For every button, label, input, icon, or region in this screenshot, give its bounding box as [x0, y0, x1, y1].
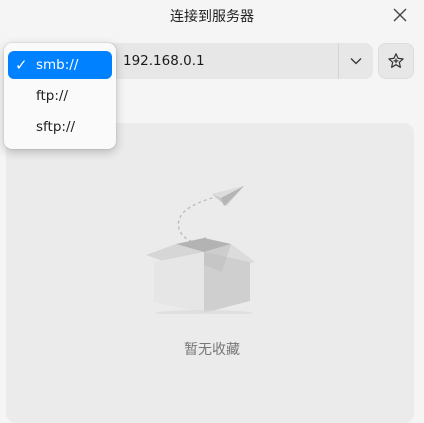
star-icon	[388, 53, 404, 68]
address-history-dropdown-button[interactable]	[338, 43, 373, 79]
empty-favorites-text: 暂无收藏	[184, 342, 240, 358]
checkmark-icon: ✓	[15, 56, 28, 74]
protocol-menu-item-smb[interactable]: ✓ smb://	[8, 51, 112, 79]
chevron-down-icon	[350, 58, 362, 65]
protocol-menu-item-sftp[interactable]: sftp://	[8, 113, 112, 141]
server-address-value: 192.168.0.1	[123, 53, 205, 69]
protocol-menu-item-label: smb://	[36, 57, 79, 73]
window-title: 连接到服务器	[170, 9, 254, 25]
add-favorite-button[interactable]	[378, 43, 414, 79]
empty-box-icon	[146, 186, 255, 314]
protocol-menu-item-ftp[interactable]: ftp://	[8, 82, 112, 110]
titlebar: 连接到服务器	[0, 0, 424, 30]
close-button[interactable]	[388, 3, 412, 27]
close-icon	[393, 8, 407, 22]
protocol-menu-item-label: sftp://	[36, 119, 76, 135]
protocol-menu-item-label: ftp://	[36, 88, 69, 104]
protocol-menu: ✓ smb:// ftp:// sftp://	[4, 43, 116, 149]
